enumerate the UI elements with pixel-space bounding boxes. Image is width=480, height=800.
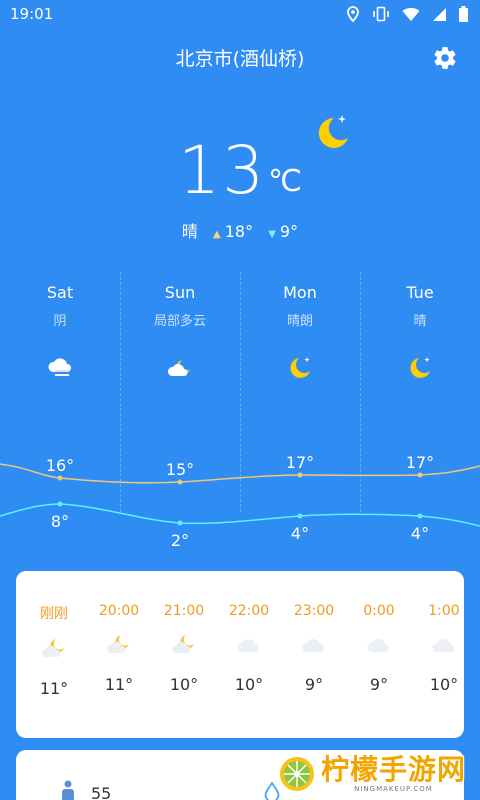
- hourly-time: 23:00: [293, 603, 335, 619]
- hourly-temp: 10°: [429, 675, 459, 694]
- status-bar: 19:01: [0, 0, 480, 28]
- forecast-high: 17°: [285, 453, 315, 472]
- current-temp-unit: ℃: [268, 164, 302, 199]
- city-title[interactable]: 北京市(酒仙桥): [0, 44, 480, 74]
- hourly-temp: 9°: [369, 675, 389, 694]
- hourly-item: 刚刚 11°: [24, 571, 84, 698]
- current-temperature: 13℃: [0, 132, 480, 209]
- cloud-icon: [432, 639, 454, 652]
- current-high: 18°: [224, 222, 254, 241]
- forecast-high: 15°: [165, 460, 195, 479]
- hourly-temp: 11°: [39, 679, 69, 698]
- hourly-item: 22:00 10°: [219, 571, 279, 694]
- hourly-temp: 9°: [304, 675, 324, 694]
- settings-gear-icon[interactable]: [432, 45, 458, 71]
- partly-cloudy-night-icon: [107, 635, 129, 653]
- forecast-low: 4°: [410, 524, 430, 543]
- hourly-time: 20:00: [98, 603, 140, 619]
- watermark-subtext: NINGMAKEUP.COM: [354, 785, 433, 793]
- person-icon: [62, 780, 74, 800]
- hourly-time: 0:00: [363, 603, 395, 619]
- status-icons: [346, 6, 468, 22]
- hourly-time: 22:00: [228, 603, 270, 619]
- partly-cloudy-night-icon: [42, 639, 64, 657]
- signal-icon: [433, 7, 446, 21]
- current-condition: 晴: [181, 222, 198, 241]
- hourly-item: 21:00 10°: [154, 571, 214, 694]
- high-temp-point: [297, 472, 303, 478]
- daily-forecast: Sat 阴 Sun 局部多云 Mon 晴朗 Tue 晴 16° 15° 17° …: [0, 272, 480, 562]
- lemon-logo-icon: [277, 755, 316, 793]
- forecast-low: 8°: [50, 512, 70, 531]
- hourly-item: 23:00 9°: [284, 571, 344, 694]
- vibrate-icon: [373, 6, 389, 22]
- current-summary: 晴 ▲ 18° ▼ 9°: [0, 218, 480, 242]
- hourly-temp: 10°: [169, 675, 199, 694]
- cloud-icon: [302, 639, 324, 652]
- hourly-item: 1:00 10°: [414, 571, 464, 694]
- low-temp-point: [57, 501, 63, 507]
- forecast-low: 4°: [290, 524, 310, 543]
- hourly-time: 刚刚: [40, 606, 68, 622]
- low-temp-point: [417, 513, 423, 519]
- hourly-forecast-card[interactable]: 刚刚 11° 20:00 11° 21:00 10° 22:00 10° 23:…: [16, 571, 464, 738]
- hourly-time: 21:00: [163, 603, 205, 619]
- watermark-text: 柠檬手游网: [320, 753, 466, 786]
- high-temp-point: [417, 472, 423, 478]
- high-temp-point: [177, 479, 183, 485]
- hourly-temp: 10°: [234, 675, 264, 694]
- partly-cloudy-night-icon: [172, 635, 194, 653]
- hourly-temp: 11°: [104, 675, 134, 694]
- watermark-logo: 柠檬手游网 NINGMAKEUP.COM: [277, 754, 466, 794]
- hourly-item: 0:00 9°: [349, 571, 409, 694]
- low-temp-point: [177, 520, 183, 526]
- hourly-time: 1:00: [428, 603, 460, 619]
- forecast-high: 16°: [45, 456, 75, 475]
- up-triangle-icon: ▲: [213, 229, 221, 240]
- high-temp-point: [57, 475, 63, 481]
- battery-icon: [459, 6, 468, 22]
- hourly-item: 20:00 11°: [89, 571, 149, 694]
- air-quality-value: 55: [91, 784, 112, 800]
- cloud-icon: [237, 639, 259, 652]
- cloud-icon: [367, 639, 389, 652]
- status-time: 19:01: [10, 5, 54, 23]
- location-icon: [347, 6, 359, 22]
- current-temp-value: 13: [178, 132, 267, 209]
- low-temp-point: [297, 513, 303, 519]
- wifi-icon: [402, 7, 420, 21]
- current-low: 9°: [279, 222, 299, 241]
- forecast-low: 2°: [170, 531, 190, 550]
- forecast-high: 17°: [405, 453, 435, 472]
- down-triangle-icon: ▼: [268, 229, 276, 240]
